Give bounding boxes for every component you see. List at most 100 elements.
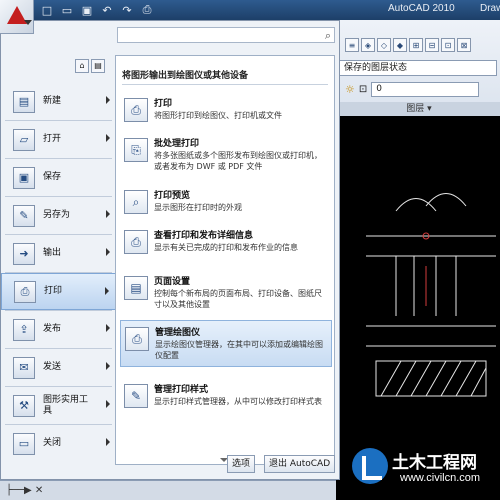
- menu-item-save-as[interactable]: ✎ 另存为: [1, 197, 116, 234]
- save-icon[interactable]: ▣: [78, 2, 96, 18]
- menu-item-label: 图形实用工具: [43, 395, 89, 416]
- plotter-manager-icon: ⎙: [125, 327, 149, 351]
- menu-item-new[interactable]: ▤ 新建: [1, 83, 116, 120]
- submenu-item-title: 打印: [154, 99, 173, 109]
- new-doc-icon: ▤: [13, 90, 35, 113]
- menu-item-label: 发送: [43, 362, 62, 373]
- printer-icon: ⎙: [14, 280, 36, 303]
- undo-icon[interactable]: ↶: [98, 2, 116, 18]
- menu-item-export[interactable]: ➜ 输出: [1, 235, 116, 272]
- options-button[interactable]: 选项: [227, 455, 256, 473]
- layer-tool-icon[interactable]: ⊡: [441, 38, 455, 52]
- plot-preview-icon: ⌕: [124, 190, 148, 214]
- menu-item-label: 打印: [44, 286, 63, 297]
- chevron-down-icon: [24, 20, 32, 25]
- submenu-item-desc: 将多张图纸或多个图形发布到绘图仪或打印机，或者发布为 DWF 或 PDF 文件: [154, 151, 322, 171]
- submenu-item-desc: 显示图形在打印时的外观: [154, 203, 242, 212]
- chevron-right-icon: [106, 324, 110, 332]
- menu-item-label: 发布: [43, 324, 62, 335]
- export-icon: ➜: [13, 242, 35, 265]
- print-submenu: 将图形输出到绘图仪或其他设备 ⎙ 打印 将图形打印到绘图仪、打印机或文件 ⎘ 批…: [115, 55, 335, 465]
- menu-item-send[interactable]: ✉ 发送: [1, 349, 116, 386]
- menu-item-open[interactable]: ▱ 打开: [1, 121, 116, 158]
- layer-dropdown[interactable]: 0: [371, 82, 480, 97]
- submenu-divider: [122, 84, 328, 85]
- submenu-item-page-setup[interactable]: ▤ 页面设置 控制每个新布局的页面布局、打印设备、图纸尺寸以及其他设置: [120, 270, 332, 315]
- save-as-icon: ✎: [13, 204, 35, 227]
- redo-icon[interactable]: ↷: [118, 2, 136, 18]
- open-icon[interactable]: ▭: [58, 2, 76, 18]
- menu-item-save[interactable]: ▣ 保存: [1, 159, 116, 196]
- watermark-title: 土木工程网: [392, 453, 477, 473]
- new-icon[interactable]: □: [38, 2, 56, 18]
- exit-autocad-button[interactable]: 退出 AutoCAD: [264, 455, 336, 473]
- open-documents-icon[interactable]: ▤: [91, 59, 105, 73]
- layer-tool-icon[interactable]: ≡: [345, 38, 359, 52]
- application-menu-button[interactable]: [0, 0, 34, 34]
- search-icon[interactable]: ⌕: [325, 29, 331, 43]
- submenu-item-plot-details[interactable]: ⎙ 查看打印和发布详细信息 显示有关已完成的打印和发布作业的信息: [120, 224, 332, 258]
- layer-tool-icon[interactable]: ◇: [377, 38, 391, 52]
- layer-tool-icon[interactable]: ⊠: [457, 38, 471, 52]
- submenu-item-desc: 将图形打印到绘图仪、打印机或文件: [154, 111, 282, 120]
- layer-tool-icon[interactable]: ⊟: [425, 38, 439, 52]
- menu-item-label: 打开: [43, 134, 62, 145]
- chevron-right-icon: [106, 248, 110, 256]
- window-title: AutoCAD 2010: [388, 3, 455, 14]
- submenu-item-desc: 显示绘图仪管理器，在其中可以添加或编辑绘图仪配置: [155, 340, 323, 360]
- menu-footer: 选项 退出 AutoCAD: [1, 453, 339, 479]
- submenu-item-title: 批处理打印: [154, 139, 200, 149]
- send-icon: ✉: [13, 356, 35, 379]
- window-title-tail: Draw: [480, 3, 500, 14]
- chevron-right-icon: [105, 287, 109, 295]
- menu-item-print[interactable]: ⎙ 打印: [1, 273, 116, 310]
- title-bar: □ ▭ ▣ ↶ ↷ ⎙ AutoCAD 2010 Draw: [0, 0, 500, 20]
- application-menu: ⌕ ⌂ ▤ ▤ 新建 ▱ 打开 ▣ 保存 ✎ 另存为 ➜ 输出 ⎙ 打印 ⇪ 发…: [0, 20, 340, 480]
- civilcn-logo-icon: [352, 448, 388, 484]
- close-folder-icon: ▭: [13, 432, 35, 455]
- menu-item-label: 关闭: [43, 438, 62, 449]
- layers-panel-label[interactable]: 图层 ▾: [337, 102, 500, 116]
- submenu-item-batch-plot[interactable]: ⎘ 批处理打印 将多张图纸或多个图形发布到绘图仪或打印机，或者发布为 DWF 或…: [120, 132, 332, 177]
- layer-tool-icon[interactable]: ⊞: [409, 38, 423, 52]
- printer-icon: ⎙: [124, 98, 148, 122]
- drawing-utilities-icon: ⚒: [13, 394, 35, 417]
- submenu-item-title: 管理绘图仪: [155, 328, 201, 338]
- submenu-item-title: 管理打印样式: [154, 385, 209, 395]
- submenu-header: 将图形输出到绘图仪或其他设备: [122, 71, 249, 81]
- submenu-item-title: 查看打印和发布详细信息: [154, 231, 254, 241]
- submenu-item-manage-plot-styles[interactable]: ✎ 管理打印样式 显示打印样式管理器，从中可以修改打印样式表: [120, 378, 332, 412]
- page-setup-icon: ▤: [124, 276, 148, 300]
- submenu-item-manage-plotters[interactable]: ⎙ 管理绘图仪 显示绘图仪管理器，在其中可以添加或编辑绘图仪配置: [120, 320, 332, 367]
- ucs-icon: ├──▶ ✕: [6, 485, 44, 496]
- chevron-right-icon: [106, 96, 110, 104]
- layer-tool-icon[interactable]: ◈: [361, 38, 375, 52]
- plot-icon[interactable]: ⎙: [138, 2, 156, 18]
- submenu-item-plot[interactable]: ⎙ 打印 将图形打印到绘图仪、打印机或文件: [120, 92, 332, 126]
- menu-item-publish[interactable]: ⇪ 发布: [1, 311, 116, 348]
- chevron-right-icon: [106, 438, 110, 446]
- ribbon-layers-panel: ≡ ◈ ◇ ◆ ⊞ ⊟ ⊡ ⊠ 保存的图层状态 ☼ ⊡ 0 图层 ▾: [336, 20, 500, 116]
- drawing-canvas[interactable]: [336, 116, 500, 500]
- submenu-item-desc: 控制每个新布局的页面布局、打印设备、图纸尺寸以及其他设置: [154, 289, 322, 309]
- recent-documents-icon[interactable]: ⌂: [75, 59, 89, 73]
- layer-row: ☼ ⊡ 0: [345, 82, 480, 97]
- menu-item-label: 新建: [43, 96, 62, 107]
- plot-details-icon: ⎙: [124, 230, 148, 254]
- search-input[interactable]: ⌕: [117, 27, 335, 43]
- layer-state-dropdown[interactable]: 保存的图层状态: [339, 60, 497, 76]
- submenu-item-plot-preview[interactable]: ⌕ 打印预览 显示图形在打印时的外观: [120, 184, 332, 218]
- drawing-lines: [366, 193, 496, 397]
- submenu-item-title: 打印预览: [154, 191, 191, 201]
- sun-icon: ☼: [345, 83, 355, 96]
- menu-item-label: 保存: [43, 172, 62, 183]
- watermark: 土木工程网 www.civilcn.com: [352, 444, 498, 496]
- menu-item-label: 另存为: [43, 210, 71, 221]
- chevron-right-icon: [106, 134, 110, 142]
- quick-access-toolbar: □ ▭ ▣ ↶ ↷ ⎙: [38, 2, 156, 18]
- menu-item-drawing-utilities[interactable]: ⚒ 图形实用工具: [1, 387, 116, 424]
- layer-tool-icon[interactable]: ◆: [393, 38, 407, 52]
- batch-plot-icon: ⎘: [124, 138, 148, 162]
- status-bar: ├──▶ ✕: [0, 480, 336, 500]
- submenu-item-title: 页面设置: [154, 277, 191, 287]
